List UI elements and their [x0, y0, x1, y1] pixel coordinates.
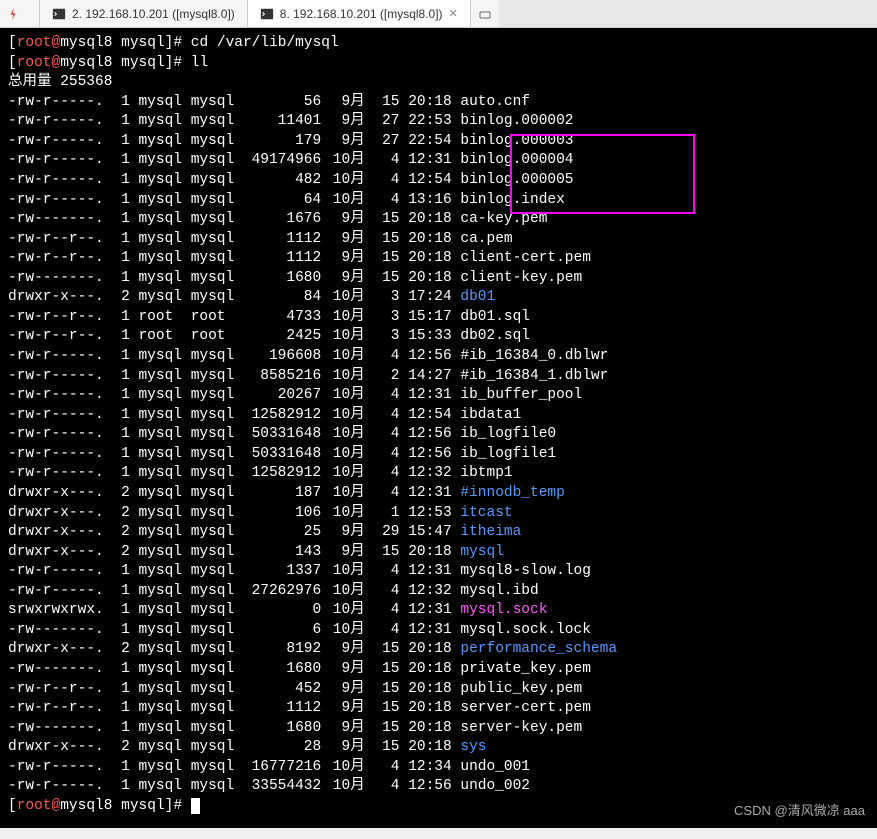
file-row: -rw-r-----.1 mysqlmysql1677721610月412:34…	[8, 758, 869, 778]
prompt-line: [root@mysql8 mysql]# cd /var/lib/mysql	[8, 34, 869, 54]
file-name: itcast	[452, 504, 513, 524]
total-line: 总用量 255368	[8, 73, 869, 93]
prompt-line: [root@mysql8 mysql]# ll	[8, 54, 869, 74]
file-row: -rw-r-----.1 mysqlmysql2026710月412:31ib_…	[8, 386, 869, 406]
file-row: -rw-r--r--.1 root root 473310月315:17db01…	[8, 308, 869, 328]
file-row: drwxr-x---.2 mysqlmysql10610月112:53itcas…	[8, 504, 869, 524]
file-name: mysql.sock.lock	[452, 621, 591, 641]
file-name: ca.pem	[452, 230, 513, 250]
tab-add-button[interactable]	[471, 0, 499, 27]
file-name: performance_schema	[452, 640, 617, 660]
tab-label: 2. 192.168.10.201 ([mysql8.0])	[72, 7, 235, 21]
file-row: -rw-------.1 mysqlmysql16809月1520:18priv…	[8, 660, 869, 680]
file-row: -rw-r-----.1 mysqlmysql19660810月412:56#i…	[8, 347, 869, 367]
tab-bar: 2. 192.168.10.201 ([mysql8.0]) 8. 192.16…	[0, 0, 877, 28]
file-row: -rw-r-----.1 mysqlmysql133710月412:31mysq…	[8, 562, 869, 582]
file-row: drwxr-x---.2 mysqlmysql1439月1520:18mysql	[8, 543, 869, 563]
file-row: -rw-r--r--.1 root root 242510月315:33db02…	[8, 327, 869, 347]
close-icon[interactable]: ✕	[449, 7, 458, 20]
file-name: mysql.ibd	[452, 582, 539, 602]
file-name: undo_001	[452, 758, 530, 778]
watermark: CSDN @清风微凉 aaa	[734, 802, 865, 820]
file-row: -rw-r-----.1 mysqlmysql6410月413:16binlog…	[8, 191, 869, 211]
file-row: -rw-r-----.1 mysqlmysql3355443210月412:56…	[8, 777, 869, 797]
file-row: drwxr-x---.2 mysqlmysql259月2915:47itheim…	[8, 523, 869, 543]
tab-item[interactable]	[0, 0, 40, 27]
file-listing: -rw-r-----.1 mysqlmysql569月1520:18auto.c…	[8, 93, 869, 797]
file-name: ca-key.pem	[452, 210, 548, 230]
file-row: -rw-r-----.1 mysqlmysql5033164810月412:56…	[8, 445, 869, 465]
tab-item-active[interactable]: 8. 192.168.10.201 ([mysql8.0]) ✕	[248, 0, 471, 27]
cursor	[191, 798, 200, 814]
tab-item[interactable]: 2. 192.168.10.201 ([mysql8.0])	[40, 0, 248, 27]
file-row: -rw-r-----.1 mysqlmysql1258291210月412:32…	[8, 464, 869, 484]
file-name: client-key.pem	[452, 269, 583, 289]
file-row: drwxr-x---.2 mysqlmysql81929月1520:18perf…	[8, 640, 869, 660]
file-row: -rw-r-----.1 mysqlmysql569月1520:18auto.c…	[8, 93, 869, 113]
file-name: binlog.000003	[452, 132, 574, 152]
file-name: itheima	[452, 523, 522, 543]
file-row: drwxr-x---.2 mysqlmysql8410月317:24db01	[8, 288, 869, 308]
file-row: drwxr-x---.2 mysqlmysql18710月412:31#inno…	[8, 484, 869, 504]
file-name: ibtmp1	[452, 464, 513, 484]
file-name: public_key.pem	[452, 680, 583, 700]
file-row: -rw-------.1 mysqlmysql16809月1520:18clie…	[8, 269, 869, 289]
file-row: -rw-r-----.1 mysqlmysql2726297610月412:32…	[8, 582, 869, 602]
file-name: db01.sql	[452, 308, 530, 328]
file-name: #ib_16384_0.dblwr	[452, 347, 609, 367]
file-name: undo_002	[452, 777, 530, 797]
file-name: ibdata1	[452, 406, 522, 426]
file-name: client-cert.pem	[452, 249, 591, 269]
file-name: mysql8-slow.log	[452, 562, 591, 582]
file-name: mysql.sock	[452, 601, 548, 621]
file-name: db02.sql	[452, 327, 530, 347]
file-row: -rw-r-----.1 mysqlmysql858521610月214:27#…	[8, 367, 869, 387]
file-row: -rw-r--r--.1 mysqlmysql11129月1520:18clie…	[8, 249, 869, 269]
file-row: -rw-r-----.1 mysqlmysql1799月2722:54binlo…	[8, 132, 869, 152]
file-row: -rw-r--r--.1 mysqlmysql4529月1520:18publi…	[8, 680, 869, 700]
file-name: ib_logfile1	[452, 445, 556, 465]
file-name: binlog.000005	[452, 171, 574, 191]
file-row: -rw-r--r--.1 mysqlmysql11129月1520:18ca.p…	[8, 230, 869, 250]
file-row: -rw-------.1 mysqlmysql16809月1520:18serv…	[8, 719, 869, 739]
file-name: auto.cnf	[452, 93, 530, 113]
file-name: server-cert.pem	[452, 699, 591, 719]
file-name: #ib_16384_1.dblwr	[452, 367, 609, 387]
file-name: mysql	[452, 543, 504, 563]
file-name: #innodb_temp	[452, 484, 565, 504]
file-name: binlog.000004	[452, 151, 574, 171]
file-row: -rw-r-----.1 mysqlmysql4917496610月412:31…	[8, 151, 869, 171]
file-row: -rw-r-----.1 mysqlmysql5033164810月412:56…	[8, 425, 869, 445]
file-name: private_key.pem	[452, 660, 591, 680]
file-row: srwxrwxrwx.1 mysqlmysql010月412:31mysql.s…	[8, 601, 869, 621]
file-name: server-key.pem	[452, 719, 583, 739]
file-row: -rw-------.1 mysqlmysql610月412:31mysql.s…	[8, 621, 869, 641]
file-name: db01	[452, 288, 496, 308]
file-row: -rw-r-----.1 mysqlmysql114019月2722:53bin…	[8, 112, 869, 132]
file-row: -rw-r--r--.1 mysqlmysql11129月1520:18serv…	[8, 699, 869, 719]
terminal-icon	[52, 7, 66, 21]
file-name: ib_buffer_pool	[452, 386, 583, 406]
file-name: binlog.index	[452, 191, 565, 211]
file-row: -rw-r-----.1 mysqlmysql48210月412:54binlo…	[8, 171, 869, 191]
tab-label: 8. 192.168.10.201 ([mysql8.0])	[280, 7, 443, 21]
file-name: ib_logfile0	[452, 425, 556, 445]
file-row: -rw-------.1 mysqlmysql16769月1520:18ca-k…	[8, 210, 869, 230]
terminal-output[interactable]: [root@mysql8 mysql]# cd /var/lib/mysql […	[0, 28, 877, 828]
file-row: drwxr-x---.2 mysqlmysql289月1520:18sys	[8, 738, 869, 758]
terminal-icon	[260, 7, 274, 21]
file-name: binlog.000002	[452, 112, 574, 132]
lightning-icon	[6, 7, 20, 21]
file-row: -rw-r-----.1 mysqlmysql1258291210月412:54…	[8, 406, 869, 426]
file-name: sys	[452, 738, 487, 758]
